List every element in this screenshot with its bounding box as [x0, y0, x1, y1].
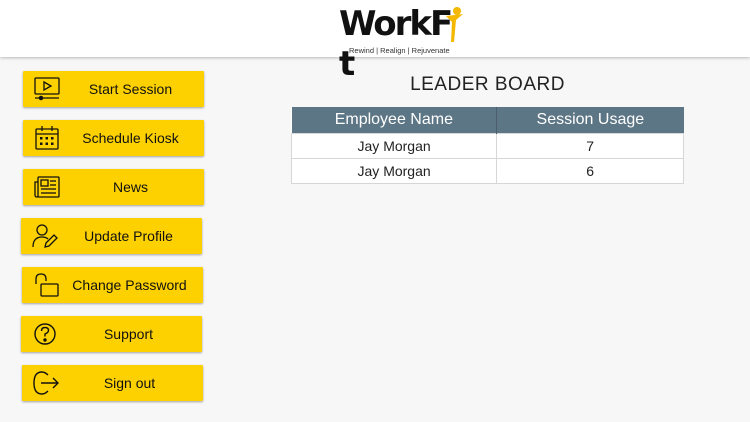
- sign-out-label: Sign out: [103, 375, 156, 391]
- change-password-label: Change Password: [72, 277, 187, 293]
- user-edit-icon: [32, 224, 58, 248]
- unlock-icon: [35, 273, 59, 297]
- logo-figure-icon: [446, 7, 463, 42]
- sign-out-button[interactable]: Sign out: [22, 365, 203, 401]
- logo-tagline: Rewind | Realign | Rejuvenate: [349, 46, 450, 55]
- employee-name-cell: Jay Morgan: [290, 158, 498, 184]
- newspaper-icon: [34, 176, 60, 198]
- table-row: Jay Morgan 6: [290, 158, 684, 184]
- sign-out-icon: [33, 371, 59, 395]
- app-header: WorkF t Rewind | Realign | Rejuvenate: [0, 0, 750, 84]
- column-header-session-usage: Session Usage: [496, 107, 684, 134]
- session-usage-cell: 6: [496, 158, 684, 184]
- help-icon: [34, 323, 56, 345]
- support-label: Support: [103, 326, 154, 342]
- update-profile-label: Update Profile: [84, 228, 173, 244]
- workfit-logo: WorkF t Rewind | Realign | Rejuvenate: [339, 4, 469, 84]
- session-usage-cell: 7: [496, 133, 684, 159]
- column-header-employee-name: Employee Name: [291, 107, 498, 134]
- employee-name-cell: Jay Morgan: [290, 133, 498, 159]
- change-password-button[interactable]: Change Password: [22, 267, 203, 303]
- update-profile-button[interactable]: Update Profile: [21, 218, 202, 254]
- support-button[interactable]: Support: [21, 316, 202, 352]
- calendar-icon: [35, 126, 59, 150]
- news-label: News: [112, 179, 148, 195]
- leaderboard-table: Employee Name Session Usage Jay Morgan 7…: [290, 107, 684, 184]
- play-screen-icon: [34, 77, 60, 101]
- start-session-button[interactable]: Start Session: [23, 71, 204, 107]
- table-row: Jay Morgan 7: [290, 133, 684, 159]
- table-header-row: Employee Name Session Usage: [291, 107, 684, 134]
- schedule-kiosk-label: Schedule Kiosk: [82, 130, 179, 146]
- news-button[interactable]: News: [23, 169, 204, 205]
- schedule-kiosk-button[interactable]: Schedule Kiosk: [23, 120, 204, 156]
- start-session-label: Start Session: [88, 81, 173, 97]
